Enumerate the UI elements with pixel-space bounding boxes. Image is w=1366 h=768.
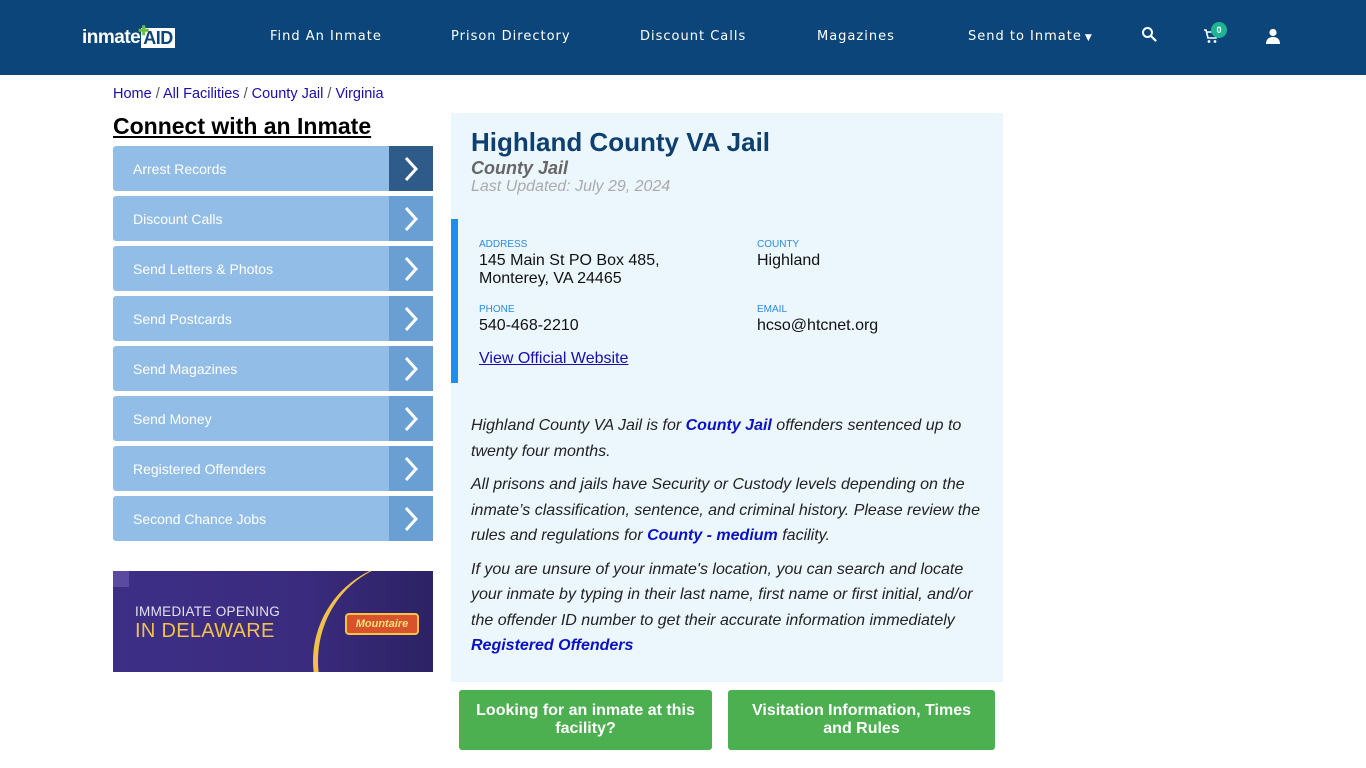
description-paragraph: Highland County VA Jail is for County Ja… xyxy=(471,413,991,464)
chevron-right-icon xyxy=(389,246,433,291)
address-line-1: 145 Main St PO Box 485, xyxy=(479,252,660,269)
logo-text: inmate xyxy=(82,27,141,48)
chevron-right-icon xyxy=(389,496,433,541)
nav-send-to-inmate-label: Send to Inmate xyxy=(968,29,1082,44)
description-paragraph: All prisons and jails have Security or C… xyxy=(471,472,991,549)
sidebar-title: Connect with an Inmate xyxy=(113,113,372,139)
caret-down-icon: ▼ xyxy=(1084,33,1093,43)
sidebar-menu: Arrest Records Discount Calls Send Lette… xyxy=(113,146,433,546)
county-jail-link[interactable]: County Jail xyxy=(686,417,772,434)
nav-send-to-inmate[interactable]: Send to Inmate ▼ xyxy=(968,29,1093,44)
description-text: Highland County VA Jail is for xyxy=(471,417,686,434)
county-label: COUNTY xyxy=(757,239,800,250)
sidebar-item-send-money[interactable]: Send Money xyxy=(113,396,433,441)
nav-find-an-inmate[interactable]: Find An Inmate xyxy=(270,29,382,44)
phone-label: PHONE xyxy=(479,304,515,315)
sidebar-item-discount-calls[interactable]: Discount Calls xyxy=(113,196,433,241)
last-updated: Last Updated: July 29, 2024 xyxy=(471,178,671,195)
breadcrumb-separator: / xyxy=(243,86,252,102)
find-inmate-button[interactable]: Looking for an inmate at this facility? xyxy=(459,690,712,750)
sidebar-item-label: Second Chance Jobs xyxy=(133,510,267,527)
plus-icon: ✚ xyxy=(138,23,149,38)
sidebar-item-registered-offenders[interactable]: Registered Offenders xyxy=(113,446,433,491)
ad-brand-logo: Mountaire xyxy=(345,613,419,635)
ad-decoration xyxy=(113,571,129,587)
facility-description: Highland County VA Jail is for County Ja… xyxy=(471,413,991,667)
sidebar-item-arrest-records[interactable]: Arrest Records xyxy=(113,146,433,191)
breadcrumb-home[interactable]: Home xyxy=(113,86,152,102)
facility-type: County Jail xyxy=(471,158,569,178)
breadcrumb: Home / All Facilities / County Jail / Vi… xyxy=(113,86,384,102)
sidebar-item-send-postcards[interactable]: Send Postcards xyxy=(113,296,433,341)
search-icon[interactable] xyxy=(1141,26,1157,47)
facility-name: Highland County VA Jail xyxy=(471,127,771,157)
ad-banner[interactable]: IMMEDIATE OPENING IN DELAWARE Mountaire xyxy=(113,571,433,672)
sidebar-item-label: Send Postcards xyxy=(133,310,232,327)
breadcrumb-county-jail[interactable]: County Jail xyxy=(252,86,324,102)
sidebar-item-second-chance-jobs[interactable]: Second Chance Jobs xyxy=(113,496,433,541)
ad-headline: IMMEDIATE OPENING xyxy=(135,604,281,619)
user-account-icon[interactable] xyxy=(1266,28,1280,49)
breadcrumb-all-facilities[interactable]: All Facilities xyxy=(163,86,240,102)
top-navigation: inmate ✚ AID Find An Inmate Prison Direct… xyxy=(0,0,1366,75)
chevron-right-icon xyxy=(389,446,433,491)
phone-value: 540-468-2210 xyxy=(479,317,579,334)
county-value: Highland xyxy=(757,252,821,269)
county-medium-link[interactable]: County - medium xyxy=(647,527,778,544)
sidebar-item-send-magazines[interactable]: Send Magazines xyxy=(113,346,433,391)
site-logo[interactable]: inmate ✚ AID xyxy=(82,23,175,49)
description-text: If you are unsure of your inmate's locat… xyxy=(471,560,973,629)
visitation-info-button[interactable]: Visitation Information, Times and Rules xyxy=(728,690,995,750)
sidebar-item-label: Send Letters & Photos xyxy=(133,260,274,277)
nav-discount-calls[interactable]: Discount Calls xyxy=(640,29,746,44)
chevron-right-icon xyxy=(389,396,433,441)
registered-offenders-link[interactable]: Registered Offenders xyxy=(471,637,633,654)
ad-subheadline: IN DELAWARE xyxy=(135,620,275,642)
chevron-right-icon xyxy=(389,346,433,391)
facility-contact-info: ADDRESS 145 Main St PO Box 485, Monterey… xyxy=(451,219,1003,383)
email-label: EMAIL xyxy=(757,304,788,315)
official-website-link[interactable]: View Official Website xyxy=(479,350,628,368)
chevron-right-icon xyxy=(389,196,433,241)
cart-count-badge: 0 xyxy=(1211,22,1227,38)
nav-magazines[interactable]: Magazines xyxy=(817,29,895,44)
chevron-right-icon xyxy=(389,296,433,341)
facility-card: Highland County VA Jail County Jail Last… xyxy=(451,113,1003,682)
address-line-2: Monterey, VA 24465 xyxy=(479,270,622,287)
breadcrumb-separator: / xyxy=(155,86,163,102)
description-text: facility. xyxy=(777,527,830,544)
sidebar-item-label: Arrest Records xyxy=(133,160,227,177)
description-paragraph: If you are unsure of your inmate's locat… xyxy=(471,557,991,659)
sidebar-item-send-letters-photos[interactable]: Send Letters & Photos xyxy=(113,246,433,291)
sidebar-item-label: Discount Calls xyxy=(133,210,223,227)
chevron-right-icon xyxy=(389,146,433,191)
address-label: ADDRESS xyxy=(479,239,528,250)
email-value: hcso@htcnet.org xyxy=(757,317,879,334)
breadcrumb-virginia[interactable]: Virginia xyxy=(335,86,383,102)
logo-accent: ✚ AID xyxy=(138,23,175,48)
sidebar-item-label: Registered Offenders xyxy=(133,460,266,477)
nav-prison-directory[interactable]: Prison Directory xyxy=(451,29,571,44)
sidebar-item-label: Send Magazines xyxy=(133,360,238,377)
sidebar-item-label: Send Money xyxy=(133,410,212,427)
